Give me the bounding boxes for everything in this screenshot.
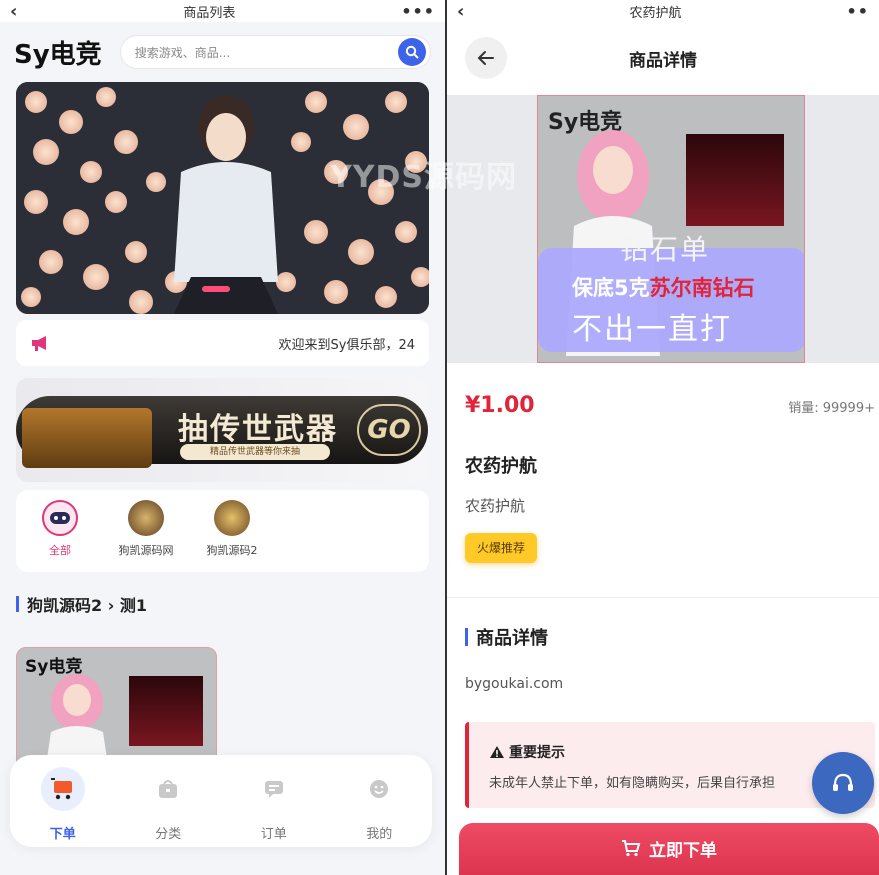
- tab-label: 订单: [260, 827, 287, 842]
- bag-icon: [146, 767, 190, 811]
- details-text: bygoukai.com: [465, 676, 564, 692]
- diamond-image: [129, 676, 203, 746]
- section-accent-bar: [16, 596, 19, 612]
- search-bar[interactable]: 搜索游戏、商品...: [119, 35, 431, 69]
- buy-now-button[interactable]: 立即下单: [459, 823, 879, 875]
- price-row: ¥1.00 销量: 99999+: [465, 393, 875, 418]
- header: 商品详情: [447, 22, 879, 94]
- tab-label: 下单: [49, 827, 76, 842]
- product-name: 农药护航: [465, 456, 537, 477]
- warning-title-row: 重要提示: [489, 742, 875, 762]
- hot-tag: 火爆推荐: [465, 533, 538, 563]
- top-bar: ‹ 商品列表 •••: [0, 0, 445, 22]
- tab-label: 我的: [366, 827, 393, 842]
- promo-subtitle: 精品传世武器等你来抽: [180, 444, 330, 460]
- notice-text: 欢迎来到Sy俱乐部，24: [278, 337, 416, 353]
- promo-banner[interactable]: 抽传世武器 精品传世武器等你来抽 GO: [16, 378, 429, 482]
- promo-go-button[interactable]: GO: [357, 404, 421, 456]
- category-label: 狗凯源码2: [206, 544, 258, 557]
- category-label: 全部: [49, 544, 71, 557]
- banner-image: [16, 82, 429, 314]
- section-header: 狗凯源码2 › 测1: [16, 592, 429, 616]
- cart-icon: [40, 767, 85, 811]
- notice-bar: 欢迎来到Sy俱乐部，24: [16, 320, 429, 366]
- hero-line-1: 钻石单: [620, 233, 711, 266]
- banner-carousel[interactable]: [16, 82, 429, 314]
- brand-logo: Sy电竞: [14, 39, 102, 70]
- category-item[interactable]: 狗凯源码2: [200, 500, 264, 558]
- cart-icon: [622, 840, 641, 857]
- search-icon: [405, 45, 419, 59]
- tab-label: 分类: [155, 827, 182, 842]
- hero-line-2: 保底5克苏尔南钻石: [572, 272, 755, 302]
- back-icon[interactable]: ‹: [457, 1, 464, 22]
- hero-line-2-prefix: 保底5克: [572, 276, 650, 300]
- product-description: 农药护航: [465, 497, 526, 515]
- chat-icon: [252, 767, 296, 811]
- product-card[interactable]: Sy电竞: [16, 647, 217, 767]
- gamepad-icon: [42, 500, 78, 536]
- top-bar-title: 农药护航: [629, 5, 682, 21]
- category-item[interactable]: 狗凯源码网: [114, 500, 178, 558]
- more-icon[interactable]: •••: [401, 2, 435, 21]
- top-bar: ‹ 农药护航 ••: [447, 0, 879, 22]
- details-title: 商品详情: [476, 628, 548, 649]
- megaphone-icon: [32, 336, 46, 351]
- warning-title: 重要提示: [509, 745, 565, 761]
- section-title: 狗凯源码2 › 测1: [27, 596, 148, 615]
- tab-category[interactable]: 分类: [128, 767, 208, 842]
- tab-orders[interactable]: 订单: [234, 767, 314, 842]
- product-list-screen: ‹ 商品列表 ••• Sy电竞 搜索游戏、商品... 欢迎来到Sy俱乐部，24 …: [0, 0, 445, 875]
- headset-icon: [833, 773, 853, 791]
- bottom-tab-bar: 下单 分类 订单 我的: [10, 755, 432, 847]
- product-image: Sy电竞 钻石单 保底5克苏尔南钻石 不出一直打: [537, 95, 805, 363]
- section-accent-bar: [465, 628, 468, 646]
- product-image: [45, 674, 109, 766]
- search-button[interactable]: [398, 38, 426, 66]
- smile-icon: [357, 767, 401, 811]
- top-bar-title: 商品列表: [183, 5, 236, 21]
- customer-service-button[interactable]: [812, 752, 874, 814]
- buy-now-label: 立即下单: [649, 840, 717, 861]
- tab-profile[interactable]: 我的: [339, 767, 419, 842]
- category-all[interactable]: 全部: [28, 500, 92, 558]
- category-thumbnail: [214, 500, 250, 536]
- product-hero: Sy电竞 钻石单 保底5克苏尔南钻石 不出一直打: [447, 95, 879, 363]
- page-title: 商品详情: [629, 50, 697, 71]
- category-list: 全部 狗凯源码网 狗凯源码2: [16, 490, 429, 572]
- hero-line-3: 不出一直打: [572, 312, 732, 347]
- carousel-indicator[interactable]: [202, 286, 230, 292]
- sales-count: 销量: 99999+: [788, 401, 875, 416]
- warning-icon: [490, 746, 504, 758]
- category-thumbnail: [128, 500, 164, 536]
- more-icon[interactable]: ••: [847, 2, 869, 21]
- category-label: 狗凯源码网: [118, 544, 174, 557]
- details-header: 商品详情: [465, 624, 548, 650]
- hero-line-2-highlight: 苏尔南钻石: [649, 276, 755, 300]
- header: Sy电竞 搜索游戏、商品...: [0, 22, 445, 82]
- tab-order[interactable]: 下单: [23, 767, 103, 842]
- divider: [447, 597, 879, 598]
- diamond-image: [686, 134, 784, 226]
- promo-title: 抽传世武器: [178, 412, 338, 447]
- search-input[interactable]: 搜索游戏、商品...: [135, 44, 398, 61]
- back-icon[interactable]: ‹: [10, 1, 17, 22]
- treasure-chest-icon: [22, 408, 152, 468]
- product-detail-screen: ‹ 农药护航 •• 商品详情 Sy电竞 钻石单 保底5克苏尔南钻石 不出一直打 …: [447, 0, 879, 875]
- product-price: ¥1.00: [465, 393, 535, 418]
